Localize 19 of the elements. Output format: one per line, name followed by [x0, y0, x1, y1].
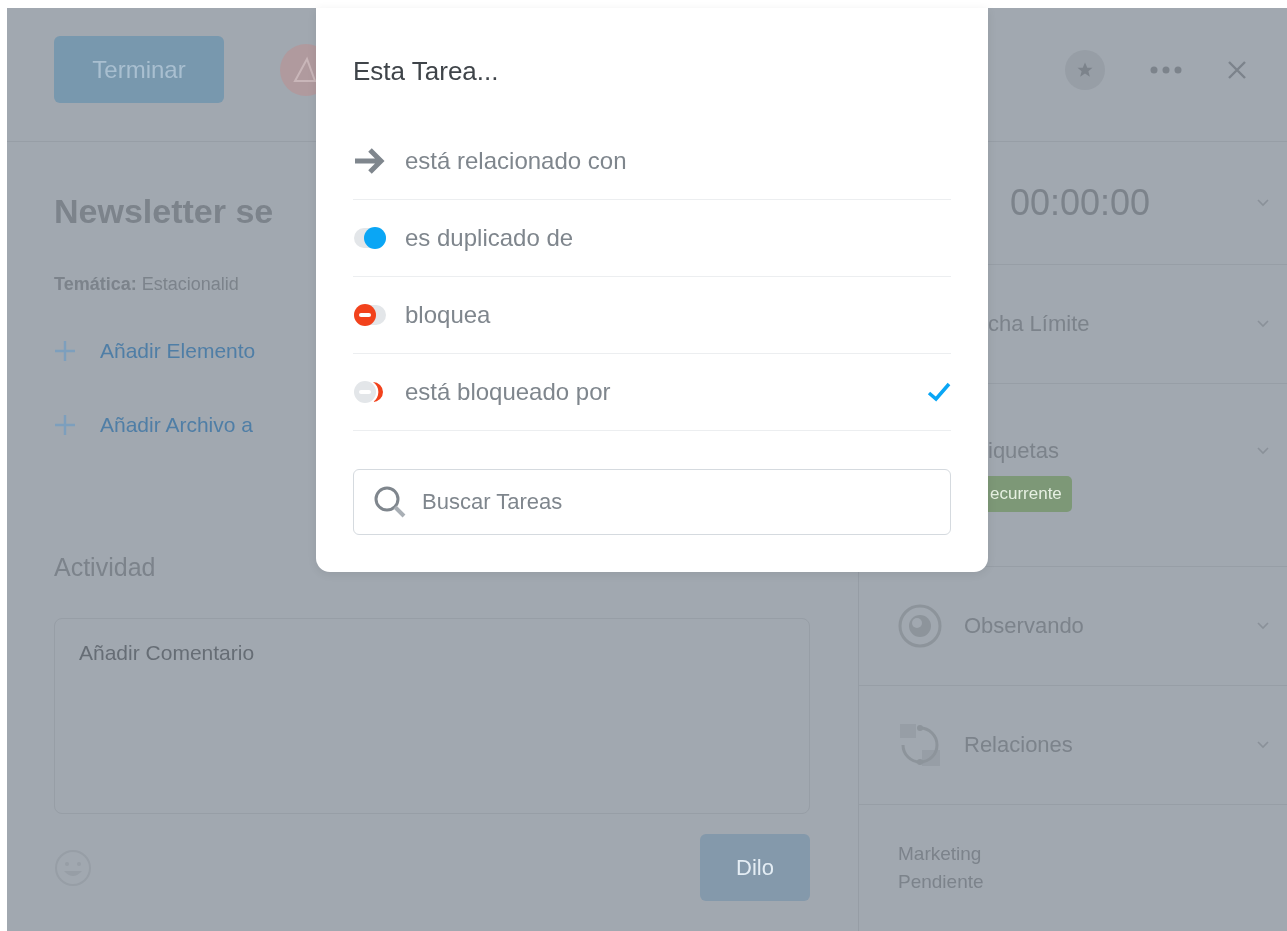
submit-button[interactable]: Dilo: [700, 834, 810, 901]
relation-option[interactable]: es duplicado de: [353, 200, 951, 277]
plus-icon[interactable]: [54, 414, 76, 436]
search-field[interactable]: Buscar Tareas: [353, 469, 951, 535]
dialog-title: Esta Tarea...: [353, 56, 500, 87]
search-icon: [373, 485, 407, 519]
toggle-icon: [353, 225, 387, 251]
add-link[interactable]: Añadir Elemento: [100, 339, 256, 363]
blocked-toggle-icon: [353, 302, 387, 328]
relation-option[interactable]: bloquea: [353, 277, 951, 354]
more-icon[interactable]: [1150, 65, 1182, 74]
close-icon[interactable]: [1227, 59, 1247, 80]
arrow-right-icon: [353, 146, 387, 176]
relation-option[interactable]: está bloqueado por: [353, 354, 951, 431]
comment-field[interactable]: Añadir Comentario: [54, 618, 810, 814]
plus-icon[interactable]: [54, 340, 76, 362]
tag: ecurrente: [988, 476, 1072, 512]
add-link[interactable]: Añadir Archivo a: [100, 413, 253, 437]
relation-option[interactable]: está relacionado con: [353, 123, 951, 200]
